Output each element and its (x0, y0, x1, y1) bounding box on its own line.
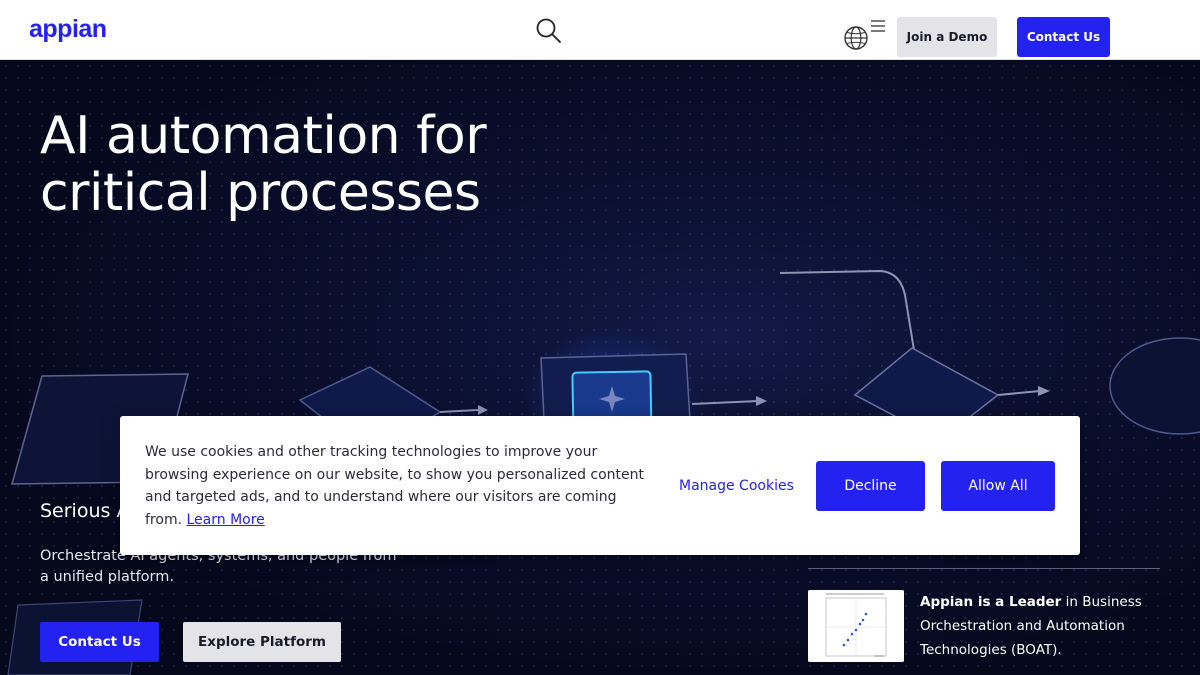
hero-title: AI automation for critical processes (40, 108, 600, 222)
hero-contact-us-button[interactable]: Contact Us (40, 622, 159, 662)
globe-icon[interactable] (843, 25, 869, 51)
report-thumbnail[interactable] (808, 590, 904, 662)
appian-logo[interactable]: appian (29, 12, 107, 46)
contact-us-header-button[interactable]: Contact Us (1017, 17, 1110, 57)
hero-title-line1: AI automation for (40, 106, 487, 166)
decline-button[interactable]: Decline (816, 461, 925, 511)
hero-section: AI automation for critical processes Ser… (0, 60, 1200, 675)
allow-all-button[interactable]: Allow All (941, 461, 1055, 511)
explore-platform-button[interactable]: Explore Platform (183, 622, 341, 662)
join-demo-button[interactable]: Join a Demo (897, 17, 997, 57)
report-description: Appian is a Leader in Business Orchestra… (920, 590, 1150, 662)
menu-icon[interactable] (869, 18, 887, 34)
hero-title-line2: critical processes (40, 163, 481, 223)
site-header: appian Join a Demo Contact Us (0, 0, 1200, 60)
report-bold-text: Appian is a Leader (920, 594, 1062, 610)
cookie-message: We use cookies and other tracking techno… (145, 441, 645, 531)
learn-more-link[interactable]: Learn More (186, 512, 264, 528)
search-icon[interactable] (534, 16, 562, 44)
cookie-banner: We use cookies and other tracking techno… (120, 416, 1080, 555)
report-divider (808, 568, 1160, 569)
manage-cookies-link[interactable]: Manage Cookies (679, 476, 794, 496)
